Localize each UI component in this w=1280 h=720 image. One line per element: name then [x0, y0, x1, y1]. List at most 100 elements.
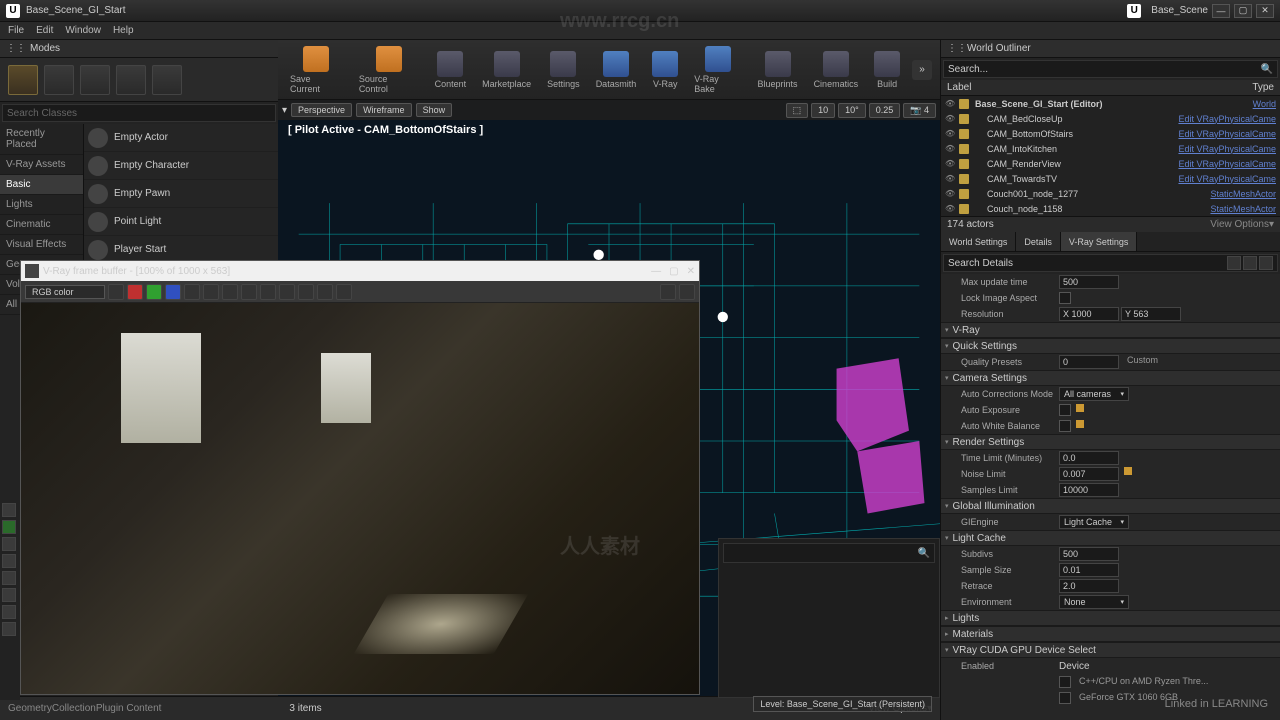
- maximize-button[interactable]: ▢: [1234, 4, 1252, 18]
- snap-scale[interactable]: 0.25: [869, 103, 901, 118]
- folder-icon[interactable]: [2, 605, 16, 619]
- red-channel[interactable]: [127, 284, 143, 300]
- actor-type[interactable]: Edit VRayPhysicalCame: [1178, 159, 1276, 169]
- toolbar-save-current[interactable]: Save Current: [286, 44, 347, 96]
- toolbar-marketplace[interactable]: Marketplace: [478, 49, 535, 91]
- toolbar-cinematics[interactable]: Cinematics: [810, 49, 863, 91]
- toolbar-v-ray[interactable]: V-Ray: [648, 49, 682, 91]
- category-vray-cuda-gpu-device-select[interactable]: VRay CUDA GPU Device Select: [941, 642, 1280, 658]
- number-input[interactable]: [1059, 579, 1119, 593]
- number-input[interactable]: [1059, 563, 1119, 577]
- toolbar-v-ray-bake[interactable]: V-Ray Bake: [690, 44, 745, 96]
- place-mode-icon[interactable]: [8, 65, 38, 95]
- outliner-search[interactable]: Search...🔍: [943, 60, 1278, 78]
- track-icon[interactable]: [298, 284, 314, 300]
- category-lights[interactable]: Lights: [941, 610, 1280, 626]
- modes-header[interactable]: ⋮⋮ Modes: [0, 40, 278, 58]
- region-icon[interactable]: [279, 284, 295, 300]
- outliner-row[interactable]: 👁CAM_TowardsTVEdit VRayPhysicalCame: [941, 171, 1280, 186]
- blue-channel[interactable]: [165, 284, 181, 300]
- category-recently-placed[interactable]: Recently Placed: [0, 124, 83, 155]
- toolbar-settings[interactable]: Settings: [543, 49, 584, 91]
- category-materials[interactable]: Materials: [941, 626, 1280, 642]
- snap-angle[interactable]: 10°: [838, 103, 866, 118]
- dropdown[interactable]: Light Cache: [1059, 515, 1129, 529]
- toolbar-source-control[interactable]: Source Control: [355, 44, 423, 96]
- eye-icon[interactable]: [1259, 256, 1273, 270]
- category-light-cache[interactable]: Light Cache: [941, 530, 1280, 546]
- x-input[interactable]: [1059, 307, 1119, 321]
- vfb-close[interactable]: ✕: [687, 266, 695, 277]
- outliner-row[interactable]: 👁CAM_BottomOfStairsEdit VRayPhysicalCame: [941, 126, 1280, 141]
- category-camera-settings[interactable]: Camera Settings: [941, 370, 1280, 386]
- category-render-settings[interactable]: Render Settings: [941, 434, 1280, 450]
- viewport-menu-icon[interactable]: ▾: [282, 105, 287, 116]
- checkbox[interactable]: [1059, 420, 1071, 432]
- category-visual-effects[interactable]: Visual Effects: [0, 235, 83, 255]
- folder-icon[interactable]: [2, 554, 16, 568]
- snap-grid[interactable]: 10: [811, 103, 835, 118]
- folder-icon[interactable]: [2, 622, 16, 636]
- dropdown[interactable]: All cameras: [1059, 387, 1129, 401]
- green-channel[interactable]: [146, 284, 162, 300]
- outliner-row[interactable]: 👁Couch_node_1158StaticMeshActor: [941, 201, 1280, 216]
- outliner-row[interactable]: 👁CAM_BedCloseUpEdit VRayPhysicalCame: [941, 111, 1280, 126]
- number-input[interactable]: [1059, 451, 1119, 465]
- number-input[interactable]: [1059, 483, 1119, 497]
- actor-item[interactable]: Empty Actor: [84, 124, 278, 152]
- geometry-mode-icon[interactable]: [152, 65, 182, 95]
- actor-item[interactable]: Point Light: [84, 208, 278, 236]
- visibility-icon[interactable]: 👁: [945, 99, 955, 108]
- checkbox[interactable]: [1059, 692, 1071, 704]
- actor-type[interactable]: StaticMeshActor: [1210, 204, 1276, 214]
- details-search[interactable]: Search Details: [943, 254, 1278, 272]
- search-classes-input[interactable]: Search Classes: [2, 104, 276, 122]
- stop-icon[interactable]: [336, 284, 352, 300]
- category-basic[interactable]: Basic: [0, 175, 83, 195]
- view-options[interactable]: View Options▾: [1210, 219, 1274, 230]
- visibility-icon[interactable]: 👁: [945, 114, 955, 123]
- folder-icon[interactable]: [2, 520, 16, 534]
- clear-icon[interactable]: [241, 284, 257, 300]
- outliner-row[interactable]: 👁Couch001_node_1277StaticMeshActor: [941, 186, 1280, 201]
- folder-icon[interactable]: [2, 537, 16, 551]
- menu-window[interactable]: Window: [65, 25, 101, 36]
- toolbar-datasmith[interactable]: Datasmith: [592, 49, 641, 91]
- col-label[interactable]: Label: [947, 82, 1252, 93]
- outliner-row[interactable]: 👁Base_Scene_GI_Start (Editor)World: [941, 96, 1280, 111]
- outliner-header[interactable]: ⋮⋮ World Outliner: [941, 40, 1280, 58]
- visibility-icon[interactable]: 👁: [945, 129, 955, 138]
- col-type[interactable]: Type: [1252, 82, 1274, 93]
- tab-v-ray-settings[interactable]: V-Ray Settings: [1061, 232, 1138, 251]
- reset-icon[interactable]: [1076, 420, 1084, 428]
- category-global-illumination[interactable]: Global Illumination: [941, 498, 1280, 514]
- foliage-mode-icon[interactable]: [116, 65, 146, 95]
- vray-frame-buffer[interactable]: V-Ray frame buffer - [100% of 1000 x 563…: [20, 260, 700, 695]
- view-mode-wireframe[interactable]: Wireframe: [356, 103, 412, 117]
- number-input[interactable]: [1059, 467, 1119, 481]
- copy-icon[interactable]: [260, 284, 276, 300]
- menu-file[interactable]: File: [8, 25, 24, 36]
- vfb-maximize[interactable]: ▢: [669, 266, 678, 277]
- landscape-mode-icon[interactable]: [80, 65, 110, 95]
- category-v-ray-assets[interactable]: V-Ray Assets: [0, 155, 83, 175]
- outliner-row[interactable]: 👁CAM_IntoKitchenEdit VRayPhysicalCame: [941, 141, 1280, 156]
- toolbar-blueprints[interactable]: Blueprints: [754, 49, 802, 91]
- link-icon[interactable]: [317, 284, 333, 300]
- channel-dropdown[interactable]: RGB color: [25, 285, 105, 299]
- actor-type[interactable]: Edit VRayPhysicalCame: [1178, 174, 1276, 184]
- number-input[interactable]: [1059, 355, 1119, 369]
- visibility-icon[interactable]: 👁: [945, 189, 955, 198]
- category-lights[interactable]: Lights: [0, 195, 83, 215]
- toolbar-content[interactable]: Content: [431, 49, 471, 91]
- actor-item[interactable]: Empty Pawn: [84, 180, 278, 208]
- reset-icon[interactable]: [1124, 467, 1132, 475]
- folder-icon[interactable]: [2, 588, 16, 602]
- vfb-titlebar[interactable]: V-Ray frame buffer - [100% of 1000 x 563…: [21, 261, 699, 281]
- actor-type[interactable]: StaticMeshActor: [1210, 189, 1276, 199]
- vfb-minimize[interactable]: —: [651, 266, 661, 277]
- paint-mode-icon[interactable]: [44, 65, 74, 95]
- actor-type[interactable]: Edit VRayPhysicalCame: [1178, 144, 1276, 154]
- toolbar-overflow[interactable]: »: [912, 60, 932, 80]
- mono-channel[interactable]: [203, 284, 219, 300]
